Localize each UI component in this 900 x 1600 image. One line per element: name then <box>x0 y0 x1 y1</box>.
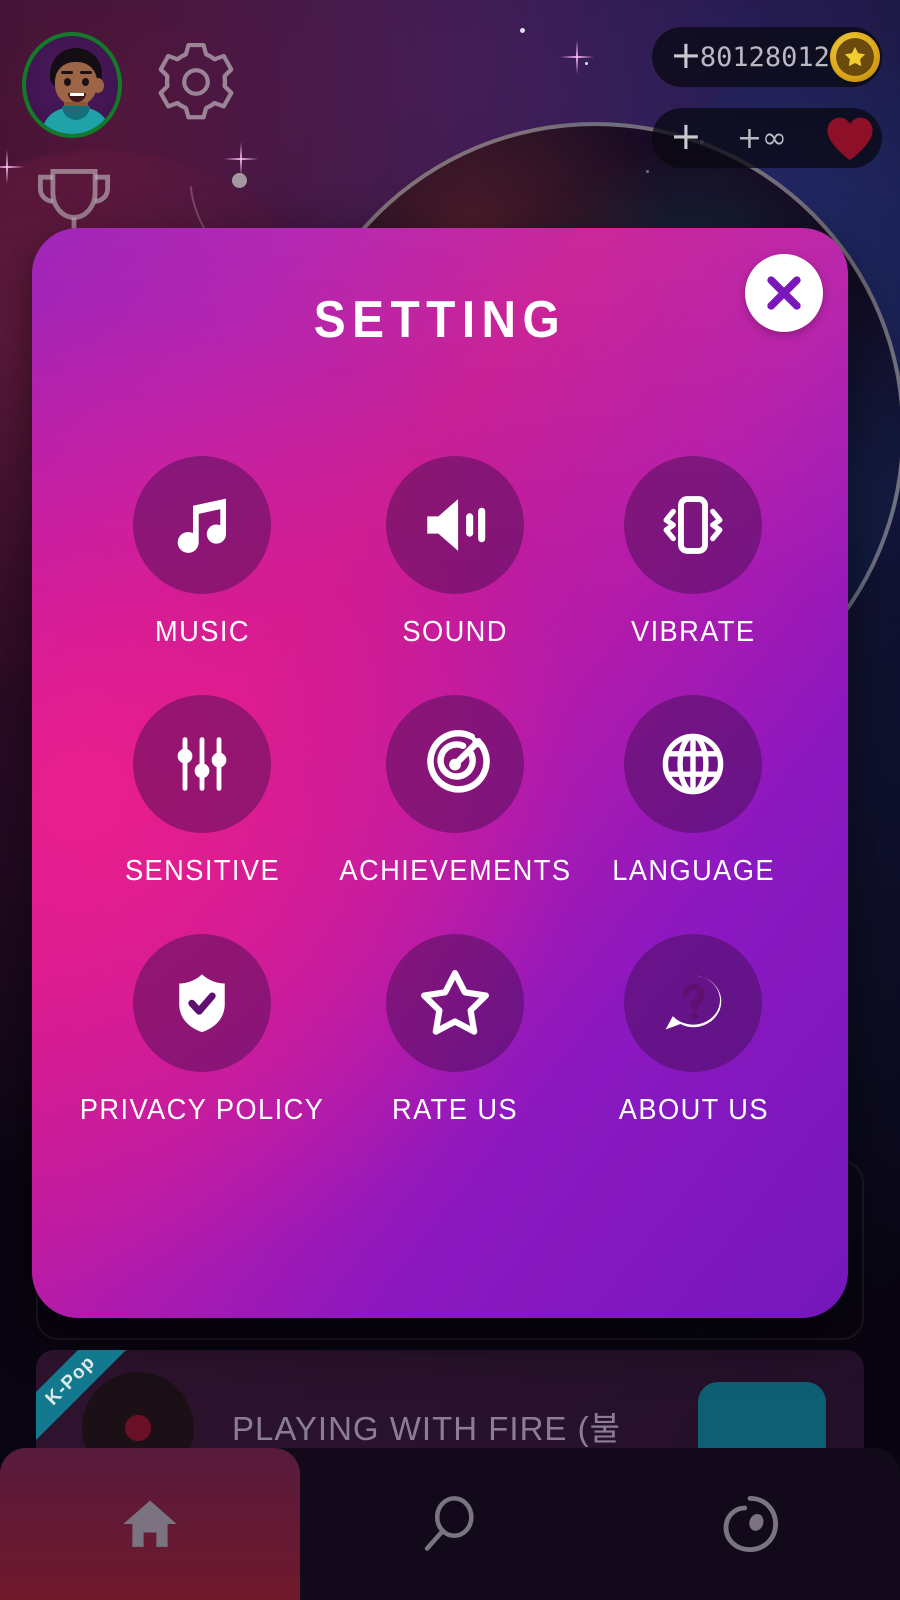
home-icon <box>123 1500 177 1547</box>
speaker-volume-icon <box>427 499 486 551</box>
sparkle-icon <box>224 142 258 176</box>
question-bubble-icon <box>666 975 722 1030</box>
tile-circle <box>133 934 272 1072</box>
settings-modal: SETTING MUSIC SOUND VIBRATE SENSITIVE AC… <box>32 228 848 1318</box>
tile-circle <box>386 456 525 594</box>
app-screen: ing <box>0 0 900 1600</box>
lives-badge[interactable]: + +∞ <box>652 108 882 168</box>
setting-tile-music[interactable]: MUSIC <box>72 456 332 649</box>
setting-tile-vibrate[interactable]: VIBRATE <box>579 456 808 649</box>
avatar-brow <box>61 71 73 74</box>
close-icon <box>767 276 801 310</box>
orbit-dot <box>232 173 247 188</box>
setting-tile-sensitive[interactable]: SENSITIVE <box>72 695 332 888</box>
star-dot <box>520 28 525 33</box>
page-title: SETTING <box>313 291 567 349</box>
setting-tile-about-us[interactable]: ABOUT US <box>579 934 808 1127</box>
setting-tile-sound[interactable]: SOUND <box>332 456 579 649</box>
sliders-icon <box>177 737 227 791</box>
tile-label: MUSIC <box>154 616 250 648</box>
nav-item-search[interactable] <box>300 1448 600 1600</box>
coins-plus-label: + <box>670 33 702 77</box>
avatar[interactable] <box>22 32 122 138</box>
setting-tile-privacy-policy[interactable]: PRIVACY POLICY <box>72 934 332 1127</box>
coins-value: 80128012 <box>699 41 830 73</box>
tile-label: RATE US <box>392 1094 519 1126</box>
star-dot <box>646 170 649 173</box>
avatar-eye <box>82 78 89 86</box>
tile-label: SOUND <box>402 616 509 648</box>
avatar-teeth <box>70 93 84 96</box>
nav-item-home[interactable] <box>0 1448 300 1600</box>
target-arrow-icon <box>427 730 491 793</box>
heart-icon <box>824 113 876 163</box>
shield-check-icon <box>179 974 225 1033</box>
star-dot <box>585 62 588 65</box>
tile-circle <box>624 695 763 833</box>
nav-item-library[interactable] <box>600 1448 900 1600</box>
tile-circle <box>624 934 763 1072</box>
sparkle-icon <box>560 40 594 74</box>
settings-grid: MUSIC SOUND VIBRATE SENSITIVE ACHIEVEMEN… <box>72 456 808 1127</box>
tile-label: ABOUT US <box>618 1094 769 1126</box>
music-note-icon <box>177 498 227 553</box>
sparkle-icon <box>0 150 24 184</box>
coins-badge[interactable]: + 80128012 <box>652 27 882 87</box>
gear-icon[interactable] <box>154 40 238 124</box>
setting-tile-achievements[interactable]: ACHIEVEMENTS <box>332 695 579 888</box>
bottom-nav <box>0 1448 900 1600</box>
star-coin-icon <box>829 32 880 82</box>
tile-circle <box>386 695 525 833</box>
tile-circle <box>386 934 525 1072</box>
avatar-brow <box>80 71 92 74</box>
tile-label: VIBRATE <box>631 616 756 648</box>
song-title: PLAYING WITH FIRE (불 <box>232 1410 621 1447</box>
tile-label: SENSITIVE <box>124 855 280 887</box>
tile-label: ACHIEVEMENTS <box>339 855 572 887</box>
tile-label: PRIVACY POLICY <box>79 1094 325 1126</box>
lives-plus-label: + <box>670 114 702 158</box>
vibrate-phone-icon <box>664 496 723 554</box>
library-icon <box>723 1496 779 1553</box>
star-outline-icon <box>421 970 490 1035</box>
avatar-eye <box>64 78 71 86</box>
setting-tile-rate-us[interactable]: RATE US <box>332 934 579 1127</box>
globe-icon <box>663 733 724 795</box>
search-icon <box>424 1496 474 1551</box>
tile-label: LANGUAGE <box>612 855 775 887</box>
tile-circle <box>133 695 272 833</box>
close-button[interactable] <box>745 254 823 332</box>
tile-circle <box>624 456 763 594</box>
setting-tile-language[interactable]: LANGUAGE <box>579 695 808 888</box>
lives-value: +∞ <box>736 120 787 156</box>
tile-circle <box>133 456 272 594</box>
